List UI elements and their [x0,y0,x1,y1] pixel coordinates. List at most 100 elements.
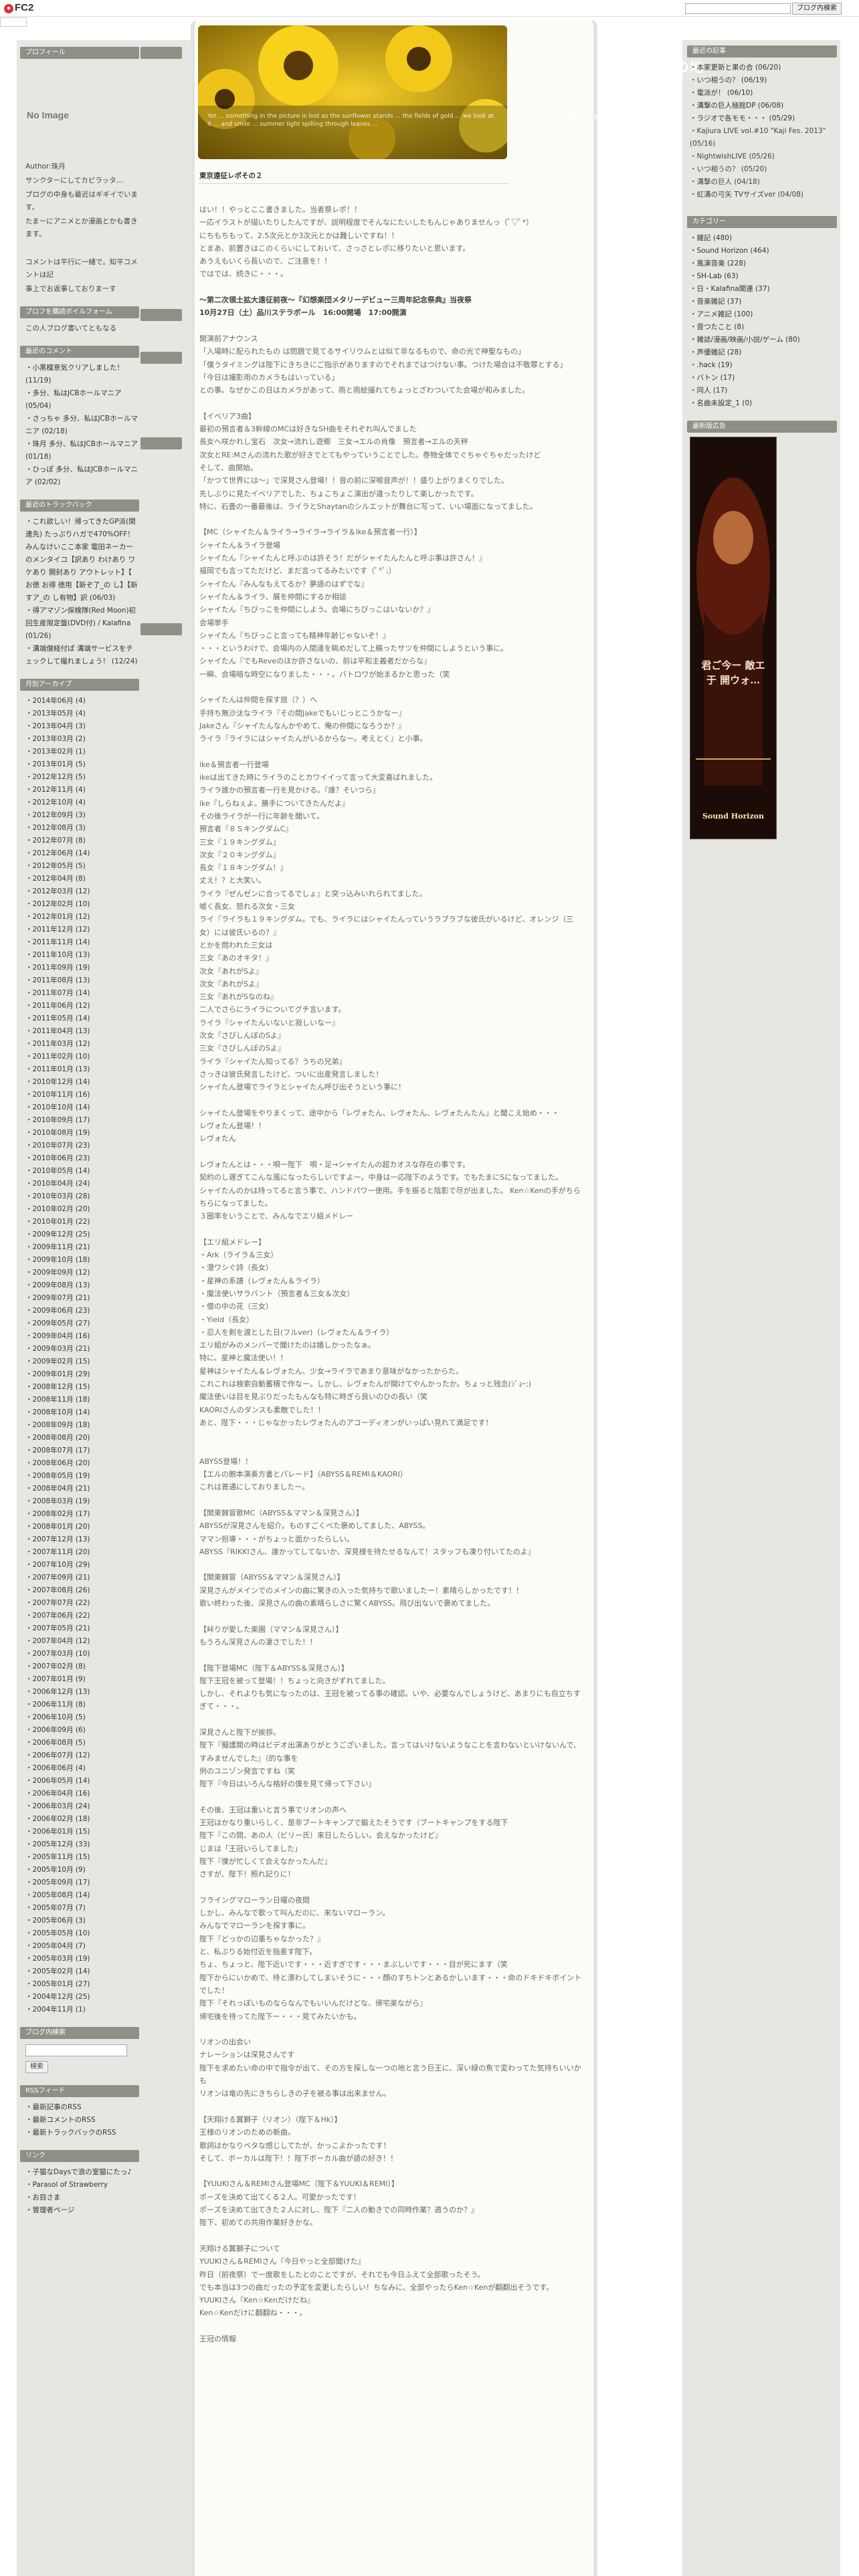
archive-item-link[interactable]: ・2005年02月 (14) [25,1967,90,1975]
archive-item[interactable]: ・2010年09月 (17) [25,1114,139,1127]
archive-item[interactable]: ・2012年06月 (14) [25,847,139,860]
archive-item-link[interactable]: ・2008年05月 (19) [25,1472,90,1480]
category-item-link[interactable]: ・声優雑記 (28) [690,348,741,356]
archive-item-link[interactable]: ・2006年04月 (16) [25,1790,90,1798]
category-item[interactable]: ・声優雑記 (28) [690,346,837,359]
archive-item[interactable]: ・2012年01月 (12) [25,911,139,924]
archive-item-link[interactable]: ・2012年11月 (4) [25,786,86,794]
recent-entry-item[interactable]: ・いつ相うの？ (06/19) [690,74,837,87]
comment-item-link[interactable]: ・珠月 多分、私はJCBホールマニア (01/18) [25,440,138,461]
blog-search-button[interactable]: 検索 [25,2061,48,2073]
archive-item-link[interactable]: ・2010年06月 (23) [25,1154,90,1162]
entry-title[interactable]: 東京遠征レポその２ [198,169,508,184]
category-item-link[interactable]: ・音つたこと (8) [690,323,744,331]
category-item-link[interactable]: ・同人 (17) [690,387,727,395]
archive-item-link[interactable]: ・2010年01月 (22) [25,1218,90,1226]
archive-item-link[interactable]: ・2007年03月 (10) [25,1650,90,1658]
archive-item[interactable]: ・2008年03月 (19) [25,1495,139,1508]
archive-item-link[interactable]: ・2011年10月 (13) [25,951,90,959]
fc2-toggle[interactable] [0,17,27,27]
archive-item-link[interactable]: ・2014年06月 (4) [25,697,86,705]
fc2-logo[interactable]: ● FC2 [4,2,33,13]
archive-item-link[interactable]: ・2012年05月 (5) [25,862,86,870]
archive-item[interactable]: ・2007年08月 (26) [25,1584,139,1597]
archive-item-link[interactable]: ・2010年10月 (14) [25,1103,90,1111]
archive-item[interactable]: ・2010年10月 (14) [25,1101,139,1114]
archive-item-link[interactable]: ・2006年03月 (24) [25,1802,90,1810]
blog-search-input[interactable] [25,2044,127,2056]
archive-item-link[interactable]: ・2009年02月 (15) [25,1358,90,1366]
rss-item[interactable]: ・最新記事のRSS [25,2101,139,2114]
archive-item[interactable]: ・2009年01月 (29) [25,1368,139,1381]
archive-item-link[interactable]: ・2008年09月 (18) [25,1421,90,1429]
category-item-link[interactable]: ・音楽雑記 (37) [690,298,741,306]
archive-item[interactable]: ・2010年07月 (23) [25,1140,139,1152]
category-item[interactable]: ・同人 (17) [690,385,837,397]
archive-item-link[interactable]: ・2011年09月 (19) [25,964,90,972]
archive-item-link[interactable]: ・2013年02月 (1) [25,748,86,756]
archive-item[interactable]: ・2005年04月 (7) [25,1940,139,1953]
archive-item[interactable]: ・2013年03月 (2) [25,733,139,746]
archive-item-link[interactable]: ・2008年07月 (17) [25,1446,90,1455]
category-item[interactable]: ・風演音楽 (228) [690,257,837,270]
archive-item-link[interactable]: ・2009年10月 (18) [25,1256,90,1264]
archive-item-link[interactable]: ・2007年10月 (29) [25,1561,90,1569]
archive-item[interactable]: ・2007年03月 (10) [25,1648,139,1660]
archive-item-link[interactable]: ・2010年04月 (24) [25,1180,90,1188]
recent-entry-item[interactable]: ・電派が！ (06/10) [690,87,837,100]
archive-item[interactable]: ・2011年03月 (12) [25,1038,139,1051]
archive-item[interactable]: ・2009年09月 (12) [25,1267,139,1279]
archive-item-link[interactable]: ・2010年11月 (16) [25,1091,90,1099]
archive-item-link[interactable]: ・2009年08月 (13) [25,1281,90,1289]
archive-item[interactable]: ・2008年07月 (17) [25,1444,139,1457]
archive-item[interactable]: ・2012年11月 (4) [25,784,139,796]
archive-item[interactable]: ・2010年04月 (24) [25,1178,139,1190]
archive-item-link[interactable]: ・2011年01月 (13) [25,1065,90,1073]
link-item[interactable]: ・子猫なDaysで浪の室猫にたっ♪ [25,2166,139,2179]
archive-item-link[interactable]: ・2004年12月 (25) [25,1993,90,2001]
archive-item-link[interactable]: ・2008年01月 (20) [25,1523,90,1531]
archive-item[interactable]: ・2010年01月 (22) [25,1216,139,1228]
archive-item-link[interactable]: ・2009年05月 (27) [25,1319,90,1327]
rss-item[interactable]: ・最新コメントのRSS [25,2114,139,2127]
archive-item-link[interactable]: ・2005年12月 (33) [25,1840,90,1848]
archive-item-link[interactable]: ・2012年03月 (12) [25,887,90,895]
archive-item-link[interactable]: ・2006年06月 (4) [25,1764,86,1772]
archive-item[interactable]: ・2012年12月 (5) [25,771,139,784]
archive-item[interactable]: ・2012年04月 (8) [25,873,139,885]
archive-item[interactable]: ・2008年02月 (17) [25,1508,139,1521]
category-item[interactable]: ・バトン (17) [690,372,837,385]
archive-item[interactable]: ・2006年09月 (6) [25,1724,139,1737]
link-item-link[interactable]: ・管理者ページ [25,2206,74,2214]
archive-item[interactable]: ・2011年04月 (13) [25,1025,139,1038]
recent-entry-item[interactable]: ・虹溝の弓矢 TVサイズver (04/08) [690,189,837,201]
trackback-item-link[interactable]: ・得アマゾン探検隊(Red Moon)初回生産限定盤(DVD付) / Kalaf… [25,607,136,640]
fc2-search-button[interactable]: ブログ内検索 [792,3,842,15]
link-item[interactable]: ・管理者ページ [25,2204,139,2217]
archive-item[interactable]: ・2013年01月 (5) [25,758,139,771]
archive-item[interactable]: ・2007年10月 (29) [25,1559,139,1572]
archive-item[interactable]: ・2005年07月 (7) [25,1902,139,1915]
archive-item-link[interactable]: ・2009年04月 (16) [25,1332,90,1340]
category-item[interactable]: ・SH-Lab (63) [690,270,837,283]
archive-item[interactable]: ・2009年03月 (21) [25,1343,139,1356]
recent-entry-item[interactable]: ・Kajiura LIVE vol.#10 "Kaji Fes. 2013" (… [690,125,837,150]
archive-item[interactable]: ・2005年06月 (3) [25,1915,139,1927]
archive-item[interactable]: ・2009年06月 (23) [25,1305,139,1317]
archive-item-link[interactable]: ・2011年11月 (14) [25,938,90,946]
archive-item[interactable]: ・2005年08月 (14) [25,1889,139,1902]
archive-item[interactable]: ・2011年10月 (13) [25,949,139,962]
archive-item[interactable]: ・2008年06月 (20) [25,1457,139,1470]
archive-item[interactable]: ・2007年11月 (20) [25,1546,139,1559]
archive-item-link[interactable]: ・2008年02月 (17) [25,1510,90,1518]
archive-item-link[interactable]: ・2010年02月 (20) [25,1205,90,1213]
archive-item[interactable]: ・2006年02月 (18) [25,1813,139,1826]
archive-item[interactable]: ・2012年10月 (4) [25,796,139,809]
archive-item-link[interactable]: ・2007年01月 (9) [25,1675,86,1683]
archive-item-link[interactable]: ・2005年09月 (17) [25,1879,90,1887]
archive-item[interactable]: ・2006年10月 (5) [25,1711,139,1724]
trackback-item[interactable]: ・溝端僧経付ぱ 溝端サービスをチェックして撮れましょう！ (12/24) [25,643,139,668]
archive-item[interactable]: ・2010年11月 (16) [25,1089,139,1101]
archive-item-link[interactable]: ・2008年12月 (15) [25,1383,90,1391]
archive-item-link[interactable]: ・2005年03月 (19) [25,1955,90,1963]
